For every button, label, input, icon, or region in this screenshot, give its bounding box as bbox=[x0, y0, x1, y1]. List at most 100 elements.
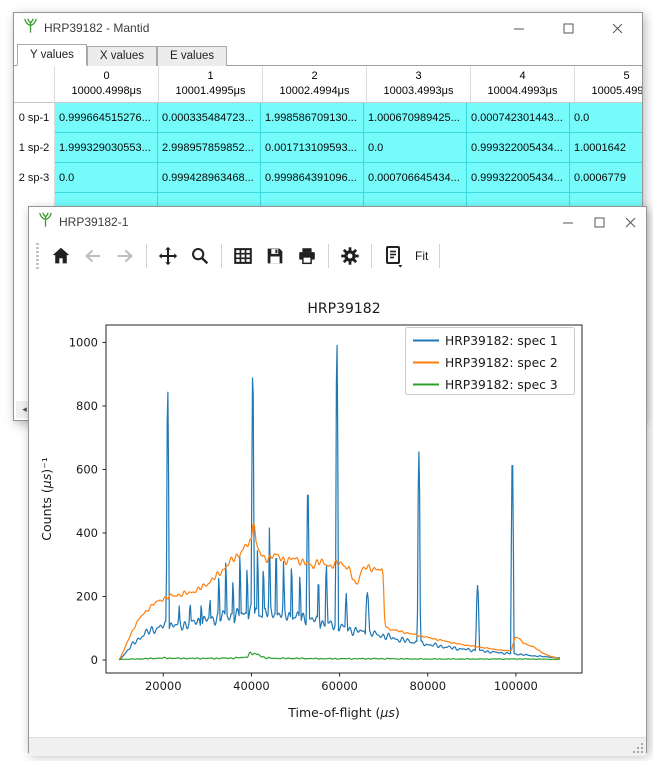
minimize-button[interactable] bbox=[495, 13, 544, 43]
grid-icon bbox=[235, 249, 251, 263]
x-tick-label: 40000 bbox=[233, 679, 270, 693]
back-button[interactable] bbox=[78, 241, 108, 271]
row-header[interactable]: 1 sp-2 bbox=[14, 133, 55, 163]
table-cell[interactable]: 0.999322005434... bbox=[467, 133, 570, 163]
table-cell[interactable]: 0.000706645434... bbox=[364, 163, 467, 193]
table-cell[interactable]: 0.0 bbox=[364, 133, 467, 163]
y-tick-label: 200 bbox=[76, 589, 98, 603]
column-header[interactable]: 110001.4995μs bbox=[159, 66, 263, 103]
close-button[interactable] bbox=[615, 207, 646, 237]
settings-button[interactable] bbox=[335, 241, 365, 271]
x-tick-label: 80000 bbox=[409, 679, 446, 693]
tab-y-values[interactable]: Y values bbox=[17, 44, 87, 66]
x-tick-label: 20000 bbox=[145, 679, 182, 693]
toolbar-separator bbox=[439, 244, 440, 268]
legend-entry: HRP39182: spec 2 bbox=[445, 356, 558, 370]
y-tick-label: 600 bbox=[76, 462, 98, 476]
column-header[interactable]: 410004.4993μs bbox=[471, 66, 575, 103]
y-tick-label: 800 bbox=[76, 399, 98, 413]
table-cell[interactable]: 0.999428963468... bbox=[158, 163, 261, 193]
table-cell[interactable]: 1.000670989425... bbox=[364, 103, 467, 133]
table-cell[interactable]: 0.999664515276... bbox=[55, 103, 158, 133]
y-axis-label: Counts (μs)⁻¹ bbox=[39, 457, 54, 540]
table-cell[interactable]: 0.0 bbox=[570, 103, 642, 133]
print-icon bbox=[302, 248, 311, 252]
plot-window[interactable]: HRP39182-1 bbox=[28, 206, 647, 753]
table-corner-cell[interactable] bbox=[14, 66, 55, 103]
subplots-grid-button[interactable] bbox=[228, 241, 258, 271]
back-arrow-icon bbox=[87, 251, 101, 262]
table-cell[interactable]: 0.000742301443... bbox=[467, 103, 570, 133]
column-header[interactable]: 310003.4993μs bbox=[367, 66, 471, 103]
table-cell[interactable]: 0.0006779 bbox=[570, 163, 642, 193]
table-cell[interactable]: 0.000335484723... bbox=[158, 103, 261, 133]
y-tick-label: 0 bbox=[91, 653, 98, 667]
resize-grip-icon[interactable] bbox=[633, 743, 644, 754]
zoom-button[interactable] bbox=[185, 241, 215, 271]
forward-button[interactable] bbox=[110, 241, 140, 271]
chart-title: HRP39182 bbox=[307, 301, 380, 317]
maximize-button[interactable] bbox=[584, 207, 615, 237]
table-cell[interactable]: 1.998586709130... bbox=[261, 103, 364, 133]
save-button[interactable] bbox=[260, 241, 290, 271]
desktop: { "window_table": { "title": "HRP39182 -… bbox=[0, 0, 653, 761]
table-partial-row bbox=[14, 193, 642, 207]
title-bar[interactable]: HRP39182 - Mantid bbox=[14, 13, 642, 43]
tab-x-values[interactable]: X values bbox=[87, 46, 157, 66]
figure-canvas[interactable]: HRP39182 20000 40000 60000 80000 100000 0 200 40… bbox=[29, 275, 646, 737]
table-cell[interactable]: 0.001713109593... bbox=[261, 133, 364, 163]
toolbar-separator bbox=[328, 244, 329, 268]
y-tick-label: 400 bbox=[76, 526, 98, 540]
table-cell bbox=[364, 193, 467, 207]
table-header-row: 010000.4998μs110001.4995μs210002.4994μs3… bbox=[14, 66, 642, 103]
table-cell[interactable]: 0.0 bbox=[55, 163, 158, 193]
maximize-button[interactable] bbox=[544, 13, 593, 43]
row-header bbox=[14, 193, 55, 207]
plot-toolbar: Fit bbox=[29, 237, 646, 275]
pan-icon bbox=[159, 247, 177, 265]
script-icon bbox=[381, 244, 405, 268]
table-row: 0 sp-10.999664515276...0.000335484723...… bbox=[14, 103, 642, 133]
matrix-tab-bar: Y values X values E values bbox=[14, 43, 642, 66]
status-bar bbox=[29, 737, 646, 756]
legend: HRP39182: spec 1 HRP39182: spec 2 HRP39182… bbox=[406, 328, 575, 395]
table-cell[interactable]: 1.999329030553... bbox=[55, 133, 158, 163]
legend-entry: HRP39182: spec 1 bbox=[445, 334, 558, 348]
window-title: HRP39182-1 bbox=[59, 215, 128, 229]
table-cell[interactable]: 1.0001642 bbox=[570, 133, 642, 163]
table-cell[interactable]: 0.999864391096... bbox=[261, 163, 364, 193]
title-bar[interactable]: HRP39182-1 bbox=[29, 207, 646, 237]
gear-icon bbox=[339, 245, 361, 267]
tab-e-values[interactable]: E values bbox=[157, 46, 227, 66]
print-button[interactable] bbox=[292, 241, 322, 271]
table-row: 2 sp-30.00.999428963468...0.999864391096… bbox=[14, 163, 642, 193]
column-header[interactable]: 210002.4994μs bbox=[263, 66, 367, 103]
x-axis-label: Time-of-flight (μs) bbox=[287, 705, 400, 720]
table-cell bbox=[158, 193, 261, 207]
table-cell bbox=[55, 193, 158, 207]
x-tick-label: 60000 bbox=[321, 679, 358, 693]
generate-script-button[interactable] bbox=[378, 241, 408, 271]
mantid-logo-icon bbox=[38, 212, 53, 232]
table-cell[interactable]: 2.998957859852... bbox=[158, 133, 261, 163]
toolbar-drag-handle[interactable] bbox=[36, 243, 39, 269]
dropdown-arrow-icon bbox=[398, 265, 402, 268]
legend-entry: HRP39182: spec 3 bbox=[445, 378, 558, 392]
pan-button[interactable] bbox=[153, 241, 183, 271]
column-header[interactable]: 510005.4993μs bbox=[575, 66, 642, 103]
table-cell bbox=[467, 193, 570, 207]
close-button[interactable] bbox=[593, 13, 642, 43]
row-header[interactable]: 2 sp-3 bbox=[14, 163, 55, 193]
table-row: 1 sp-21.999329030553...2.998957859852...… bbox=[14, 133, 642, 163]
minimize-button[interactable] bbox=[553, 207, 584, 237]
x-tick-label: 100000 bbox=[494, 679, 538, 693]
table-cell[interactable]: 0.999322005434... bbox=[467, 163, 570, 193]
row-header[interactable]: 0 sp-1 bbox=[14, 103, 55, 133]
home-button[interactable] bbox=[46, 241, 76, 271]
plot-axes[interactable]: HRP39182 20000 40000 60000 80000 100000 0 200 40… bbox=[29, 275, 644, 732]
table-cell bbox=[570, 193, 642, 207]
fit-button[interactable]: Fit bbox=[409, 249, 434, 263]
table-cell bbox=[261, 193, 364, 207]
toolbar-separator bbox=[371, 244, 372, 268]
column-header[interactable]: 010000.4998μs bbox=[55, 66, 159, 103]
